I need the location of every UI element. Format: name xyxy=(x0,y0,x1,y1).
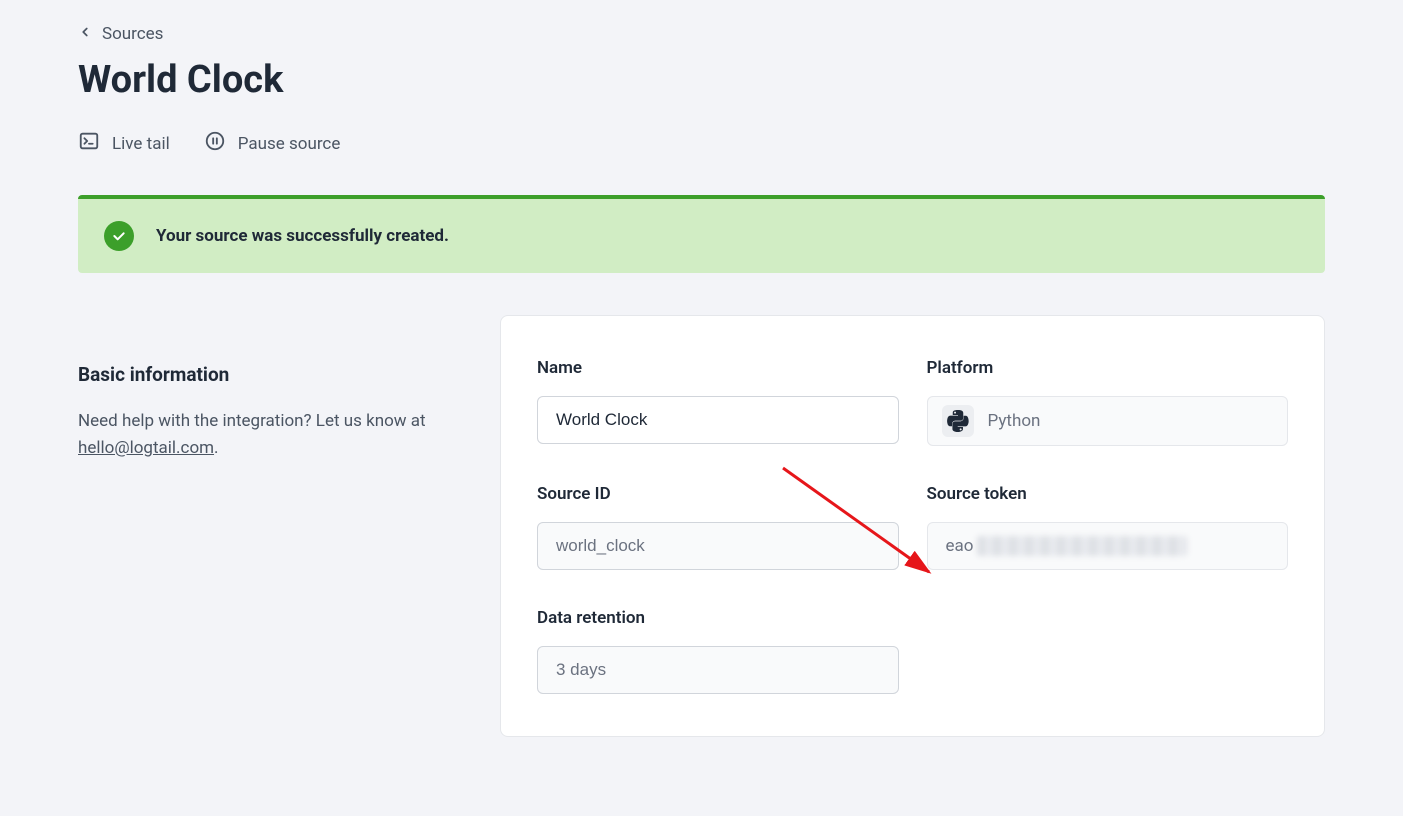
live-tail-label: Live tail xyxy=(112,134,170,154)
help-text: Need help with the integration? Let us k… xyxy=(78,408,468,462)
platform-display: Python xyxy=(927,396,1289,446)
page-title: World Clock xyxy=(78,58,1325,102)
breadcrumb-sources[interactable]: Sources xyxy=(78,24,163,44)
field-source-token: Source token eao xyxy=(927,484,1289,570)
field-name: Name xyxy=(537,358,899,446)
alert-message: Your source was successfully created. xyxy=(156,226,449,246)
field-data-retention: Data retention xyxy=(537,608,899,694)
platform-value: Python xyxy=(988,411,1041,431)
python-icon xyxy=(942,405,974,437)
source-token-display[interactable]: eao xyxy=(927,522,1289,570)
basic-info-heading: Basic information xyxy=(78,363,468,386)
source-token-prefix: eao xyxy=(946,536,974,556)
pause-icon xyxy=(204,130,226,157)
source-id-input[interactable] xyxy=(537,522,899,570)
pause-source-label: Pause source xyxy=(238,134,341,154)
help-email-link[interactable]: hello@logtail.com xyxy=(78,438,214,458)
name-input[interactable] xyxy=(537,396,899,444)
form-card: Name Platform Python xyxy=(500,315,1325,737)
field-platform: Platform Python xyxy=(927,358,1289,446)
live-tail-button[interactable]: Live tail xyxy=(78,130,170,157)
source-token-hidden xyxy=(977,536,1187,556)
platform-label: Platform xyxy=(927,358,1289,378)
check-circle-icon xyxy=(104,221,134,251)
source-id-label: Source ID xyxy=(537,484,899,504)
source-token-label: Source token xyxy=(927,484,1289,504)
toolbar: Live tail Pause source xyxy=(78,130,1325,157)
name-label: Name xyxy=(537,358,899,378)
data-retention-label: Data retention xyxy=(537,608,899,628)
chevron-left-icon xyxy=(78,24,92,44)
field-source-id: Source ID xyxy=(537,484,899,570)
side-panel: Basic information Need help with the int… xyxy=(78,315,468,737)
data-retention-input[interactable] xyxy=(537,646,899,694)
pause-source-button[interactable]: Pause source xyxy=(204,130,341,157)
terminal-icon xyxy=(78,130,100,157)
breadcrumb-label: Sources xyxy=(102,24,163,44)
success-alert: Your source was successfully created. xyxy=(78,195,1325,273)
